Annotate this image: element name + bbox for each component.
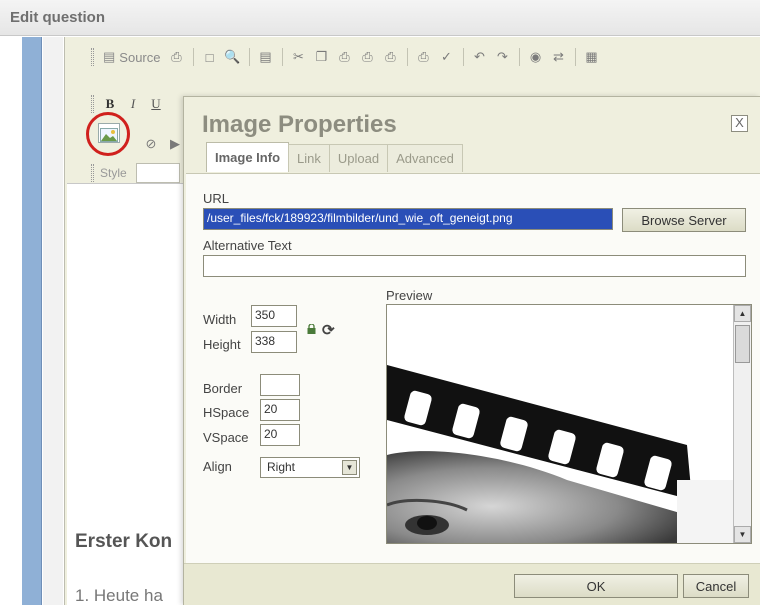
toolbar-separator <box>192 48 194 66</box>
alt-text-label: Alternative Text <box>203 238 292 253</box>
copy-icon[interactable]: ❐ <box>312 47 332 67</box>
url-label: URL <box>203 191 230 206</box>
preview-scrollbar[interactable]: ▲ ▼ <box>733 305 751 543</box>
redo-icon[interactable]: ↷ <box>493 47 513 67</box>
source-label: Source <box>119 49 161 65</box>
new-page-icon[interactable]: □ <box>200 47 220 67</box>
style-select[interactable] <box>135 163 180 183</box>
border-label: Border <box>203 381 243 396</box>
cut-icon[interactable]: ✂ <box>289 47 309 67</box>
close-icon[interactable]: X <box>731 115 748 132</box>
border-input[interactable] <box>260 374 300 396</box>
preview-icon[interactable]: 🔍 <box>223 47 243 67</box>
paste-word-icon[interactable]: ⎙ <box>381 47 401 67</box>
width-input[interactable]: 350 <box>251 305 297 327</box>
dialog-title: Image Properties <box>202 111 397 138</box>
reset-size-icon[interactable]: ⟳ <box>322 321 335 339</box>
preview-image <box>387 305 733 543</box>
scroll-thumb[interactable] <box>735 325 750 363</box>
flash-icon[interactable]: ⊘ <box>141 134 161 154</box>
hspace-input[interactable]: 20 <box>260 399 300 421</box>
preview-box: ▲ ▼ <box>386 304 752 544</box>
toolbar-separator <box>574 48 576 66</box>
toolbar-grip <box>91 48 94 66</box>
bold-button[interactable]: B <box>100 94 120 114</box>
left-sidebar-bar <box>22 37 42 605</box>
alt-text-input[interactable] <box>203 255 746 277</box>
highlight-circle <box>86 112 130 156</box>
style-label: Style <box>100 166 127 180</box>
page-title: Edit question <box>10 9 105 26</box>
screen: Edit question ▤ Source ⎙ □ 🔍 ▤ ✂ ❐ ⎙ ⎙ ⎙… <box>0 0 760 605</box>
document-heading: Erster Kon <box>75 531 173 552</box>
table-icon[interactable]: ▶ <box>165 134 185 154</box>
scroll-up-icon[interactable]: ▲ <box>734 305 751 322</box>
ok-button[interactable]: OK <box>514 574 678 598</box>
height-input[interactable]: 338 <box>251 331 297 353</box>
undo-icon[interactable]: ↶ <box>470 47 490 67</box>
tab-upload[interactable]: Upload <box>328 144 389 172</box>
image-properties-dialog: Image Properties X Image Info Link Uploa… <box>183 96 760 605</box>
document-text-line: 1. Heute ha <box>75 586 163 605</box>
paste-icon[interactable]: ⎙ <box>335 47 355 67</box>
toolbar-separator <box>462 48 464 66</box>
chevron-down-icon[interactable]: ▼ <box>342 460 357 475</box>
hspace-label: HSpace <box>203 405 250 420</box>
find-icon[interactable]: ◉ <box>526 47 546 67</box>
left-gutter <box>43 37 63 605</box>
toolbar-row-3: Style <box>91 161 180 185</box>
vspace-label: VSpace <box>203 430 249 445</box>
underline-button[interactable]: U <box>146 94 166 114</box>
scroll-down-icon[interactable]: ▼ <box>734 526 751 543</box>
toolbar-grip <box>91 164 94 182</box>
select-all-icon[interactable]: ▦ <box>582 47 602 67</box>
save-icon[interactable]: ⎙ <box>167 47 187 67</box>
tab-image-info[interactable]: Image Info <box>206 142 290 172</box>
paste-text-icon[interactable]: ⎙ <box>358 47 378 67</box>
preview-label: Preview <box>386 288 433 303</box>
browse-server-button[interactable]: Browse Server <box>622 208 746 232</box>
toolbar-row-1: ▤ Source ⎙ □ 🔍 ▤ ✂ ❐ ⎙ ⎙ ⎙ ⎙ ✓ ↶ ↷ ◉ ⇄ ▦ <box>91 45 602 69</box>
cancel-button[interactable]: Cancel <box>683 574 749 598</box>
toolbar-separator <box>518 48 520 66</box>
lock-ratio-icon[interactable] <box>307 324 316 334</box>
toolbar-separator <box>281 48 283 66</box>
align-select[interactable]: Right ▼ <box>260 457 360 478</box>
page-header: Edit question <box>0 0 760 36</box>
spellcheck-icon[interactable]: ✓ <box>437 47 457 67</box>
dialog-tabs: Image Info Link Upload Advanced <box>206 142 463 172</box>
dialog-footer: OK Cancel <box>184 563 760 605</box>
source-icon: ▤ <box>103 49 116 64</box>
toolbar-separator <box>406 48 408 66</box>
tab-advanced[interactable]: Advanced <box>387 144 463 172</box>
italic-button[interactable]: I <box>123 94 143 114</box>
align-selected-value: Right <box>267 460 296 474</box>
align-label: Align <box>203 459 232 474</box>
url-input[interactable]: /user_files/fck/189923/filmbilder/und_wi… <box>203 208 613 230</box>
vspace-input[interactable]: 20 <box>260 424 300 446</box>
print-icon[interactable]: ⎙ <box>414 47 434 67</box>
tab-link[interactable]: Link <box>288 144 330 172</box>
toolbar-grip <box>91 95 94 113</box>
height-label: Height <box>203 337 241 352</box>
width-label: Width <box>203 312 237 327</box>
source-button[interactable]: ▤ Source <box>100 49 164 65</box>
templates-icon[interactable]: ▤ <box>256 47 276 67</box>
toolbar-separator <box>248 48 250 66</box>
replace-icon[interactable]: ⇄ <box>549 47 569 67</box>
